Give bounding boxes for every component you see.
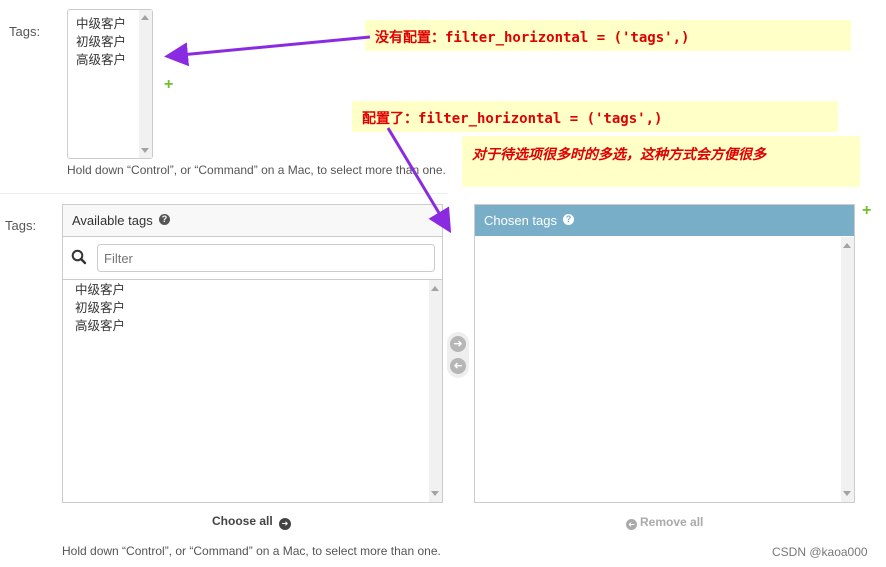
arrow-to-filter-widget bbox=[386, 127, 452, 234]
watermark: CSDN @kaoa000 bbox=[772, 545, 868, 559]
annotation-arrows bbox=[164, 35, 452, 234]
arrow-to-plain-select bbox=[164, 35, 371, 67]
